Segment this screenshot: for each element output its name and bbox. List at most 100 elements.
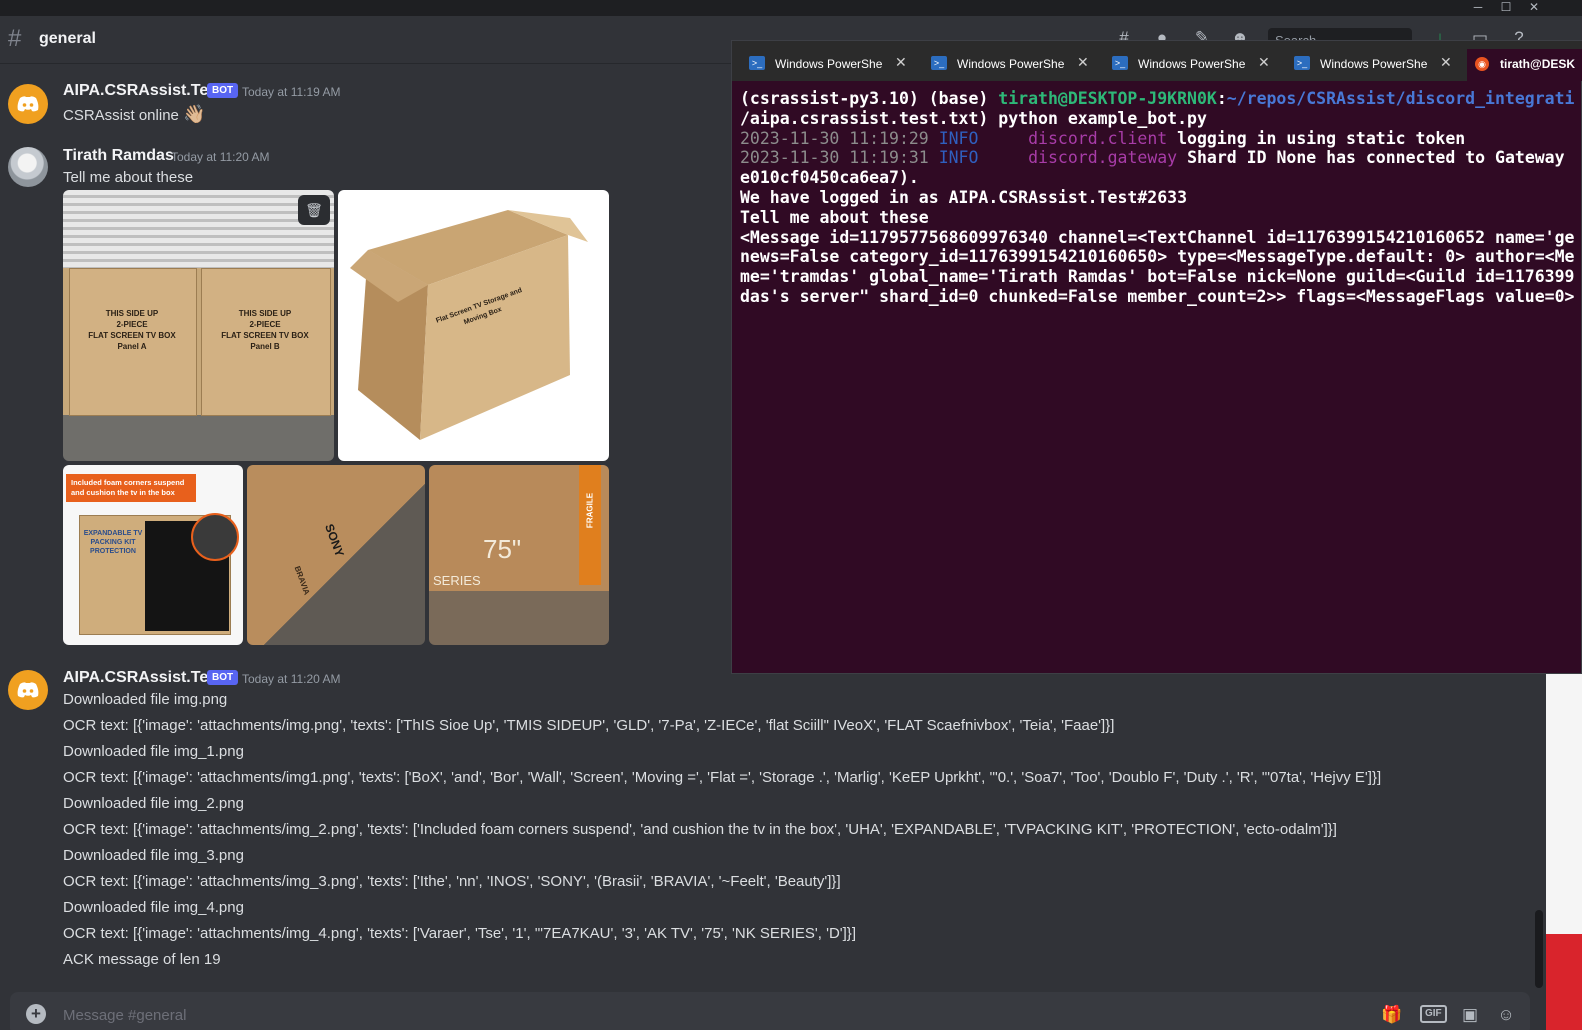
terminal-line: das's server" shard_id=0 chunked=False m… <box>740 286 1575 306</box>
message-author[interactable]: Tirath Ramdas <box>63 147 174 165</box>
message-line: Downloaded file img_2.png <box>63 795 244 812</box>
window-blinds <box>63 190 334 268</box>
message-timestamp: Today at 11:20 AM <box>242 672 341 686</box>
os-title-strip: ─ ☐ ✕ <box>0 0 1582 16</box>
log-level: INFO <box>938 128 979 148</box>
close-tab-icon[interactable]: ✕ <box>1258 54 1270 71</box>
box-label: THIS SIDE UP 2-PIECE FLAT SCREEN TV BOX … <box>88 309 176 351</box>
image-attachment[interactable]: Flat Screen TV Storage and Moving Box <box>338 190 609 461</box>
prompt-path: ~/repos/CSRAssist/discord_integrati <box>1226 89 1575 108</box>
ubuntu-icon: ◉ <box>1475 57 1489 71</box>
image-attachment[interactable]: THIS SIDE UP 2-PIECE FLAT SCREEN TV BOX … <box>63 190 334 461</box>
image-attachment[interactable]: SONY BRAVIA <box>247 465 425 645</box>
terminal-window[interactable]: >_ Windows PowerShe ✕ >_ Windows PowerSh… <box>731 40 1582 674</box>
terminal-line: Tell me about these <box>740 207 929 227</box>
terminal-log-line: 2023-11-30 11:19:29 INFO discord.client … <box>740 129 1582 149</box>
message-author[interactable]: AIPA.CSRAssist.Test <box>63 669 222 687</box>
terminal-tab[interactable]: >_ Windows PowerShe ✕ <box>1112 49 1282 81</box>
tab-label: Windows PowerShe <box>775 57 883 71</box>
message-line: OCR text: [{'image': 'attachments/img_3.… <box>63 873 841 890</box>
prompt-env: (csrassist-py3.10) (base) <box>740 89 999 108</box>
terminal-tab[interactable]: >_ Windows PowerShe ✕ <box>749 49 919 81</box>
message: AIPA.CSRAssist.Test BOT Today at 11:20 A… <box>0 668 1530 968</box>
close-tab-icon[interactable]: ✕ <box>1440 54 1452 71</box>
message-author[interactable]: AIPA.CSRAssist.Test <box>63 82 222 100</box>
channel-name: general <box>39 30 96 47</box>
gif-button[interactable]: GIF <box>1420 1005 1447 1023</box>
log-level: INFO <box>938 148 979 168</box>
scrollbar-thumb[interactable] <box>1535 910 1543 988</box>
series-label: SERIES <box>433 573 481 588</box>
log-time: 2023-11-30 11:19:31 <box>740 148 929 168</box>
sticker-icon[interactable]: ▣ <box>1458 1004 1482 1026</box>
powershell-icon: >_ <box>749 56 765 70</box>
fragile-label: FRAGILE <box>585 492 595 529</box>
powershell-icon: >_ <box>1112 56 1128 70</box>
message-line: ACK message of len 19 <box>63 951 221 968</box>
message-line: CSRAssist online <box>63 107 179 124</box>
prompt-userhost: tirath@DESKTOP-J9KRN0K <box>998 89 1217 108</box>
terminal-line: news=False category_id=11763991542101606… <box>740 247 1575 267</box>
terminal-output[interactable]: (csrassist-py3.10) (base) tirath@DESKTOP… <box>740 89 1582 669</box>
message-composer: + 🎁 GIF ▣ ☺ <box>10 992 1530 1030</box>
avatar[interactable] <box>8 147 48 187</box>
close-window-icon[interactable]: ✕ <box>1520 0 1548 16</box>
close-tab-icon[interactable]: ✕ <box>895 54 907 71</box>
gift-icon[interactable]: 🎁 <box>1380 1004 1404 1026</box>
tab-label: tirath@DESK <box>1500 57 1576 71</box>
discord-logo-icon <box>17 682 39 698</box>
message-timestamp: Today at 11:19 AM <box>242 85 341 99</box>
terminal-tab-active[interactable]: ◉ tirath@DESK <box>1467 49 1582 81</box>
message-line: Downloaded file img_3.png <box>63 847 244 864</box>
avatar[interactable] <box>8 84 48 124</box>
message-line: Downloaded file img.png <box>63 691 228 708</box>
zoom-circle <box>191 513 239 561</box>
terminal-line: <Message id=1179577568609976340 channel=… <box>740 227 1575 247</box>
message-timestamp: Today at 11:20 AM <box>171 150 270 164</box>
box-label: EXPANDABLE TV PACKING KIT PROTECTION <box>83 530 143 555</box>
channel-hash-icon: # <box>8 25 22 52</box>
promo-banner: Included foam corners suspend and cushio… <box>66 474 196 502</box>
tab-label: Windows PowerShe <box>1320 57 1428 71</box>
log-time: 2023-11-30 11:19:29 <box>740 128 929 148</box>
message-line: Tell me about these <box>63 169 194 186</box>
terminal-line: e010cf0450ca6ea7). <box>740 168 919 188</box>
bot-badge: BOT <box>207 670 239 685</box>
trash-icon[interactable]: 🗑 <box>298 195 330 225</box>
box-label: THIS SIDE UP 2-PIECE FLAT SCREEN TV BOX … <box>221 309 309 351</box>
message-line: OCR text: [{'image': 'attachments/img_4.… <box>63 925 856 942</box>
terminal-tab-bar: >_ Windows PowerShe ✕ >_ Windows PowerSh… <box>732 41 1582 81</box>
terminal-prompt-line: (csrassist-py3.10) (base) tirath@DESKTOP… <box>740 89 1582 109</box>
log-logger: discord.client <box>1028 128 1168 148</box>
message-line: Downloaded file img_4.png <box>63 899 244 916</box>
image-attachment[interactable]: 75" SERIES FRAGILE <box>429 465 609 645</box>
prompt-sep: : <box>1216 89 1227 108</box>
terminal-tab[interactable]: >_ Windows PowerShe ✕ <box>931 49 1101 81</box>
powershell-icon: >_ <box>931 56 947 70</box>
size-label: 75" <box>483 534 522 564</box>
minimize-icon[interactable]: ─ <box>1464 0 1492 16</box>
bot-badge: BOT <box>207 83 239 98</box>
message-input[interactable] <box>63 1002 1363 1028</box>
brand-label: SONY <box>322 521 347 559</box>
tab-label: Windows PowerShe <box>1138 57 1246 71</box>
message-text: CSRAssist online 👋🏼 <box>63 104 205 125</box>
message-line: Downloaded file img_1.png <box>63 743 244 760</box>
maximize-icon[interactable]: ☐ <box>1492 0 1520 16</box>
close-tab-icon[interactable]: ✕ <box>1077 54 1089 71</box>
terminal-line: We have logged in as AIPA.CSRAssist.Test… <box>740 187 1188 207</box>
terminal-line: /aipa.csrassist.test.txt) python example… <box>740 108 1207 128</box>
log-message: logging in using static token <box>1177 128 1466 148</box>
log-message: Shard ID None has connected to Gateway <box>1187 148 1565 168</box>
message-line: OCR text: [{'image': 'attachments/img1.p… <box>63 769 1382 786</box>
emoji-icon[interactable]: ☺ <box>1494 1004 1518 1026</box>
add-attachment-button[interactable]: + <box>26 1004 46 1024</box>
model-label: BRAVIA <box>292 564 312 597</box>
avatar[interactable] <box>8 670 48 710</box>
log-logger: discord.gateway <box>1028 148 1178 168</box>
terminal-log-line: 2023-11-30 11:19:31 INFO discord.gateway… <box>740 148 1582 168</box>
wave-emoji: 👋🏼 <box>183 104 206 124</box>
terminal-tab[interactable]: >_ Windows PowerShe ✕ <box>1294 49 1464 81</box>
open-box-illustration <box>350 210 588 440</box>
background-window-edge <box>1546 934 1582 1030</box>
